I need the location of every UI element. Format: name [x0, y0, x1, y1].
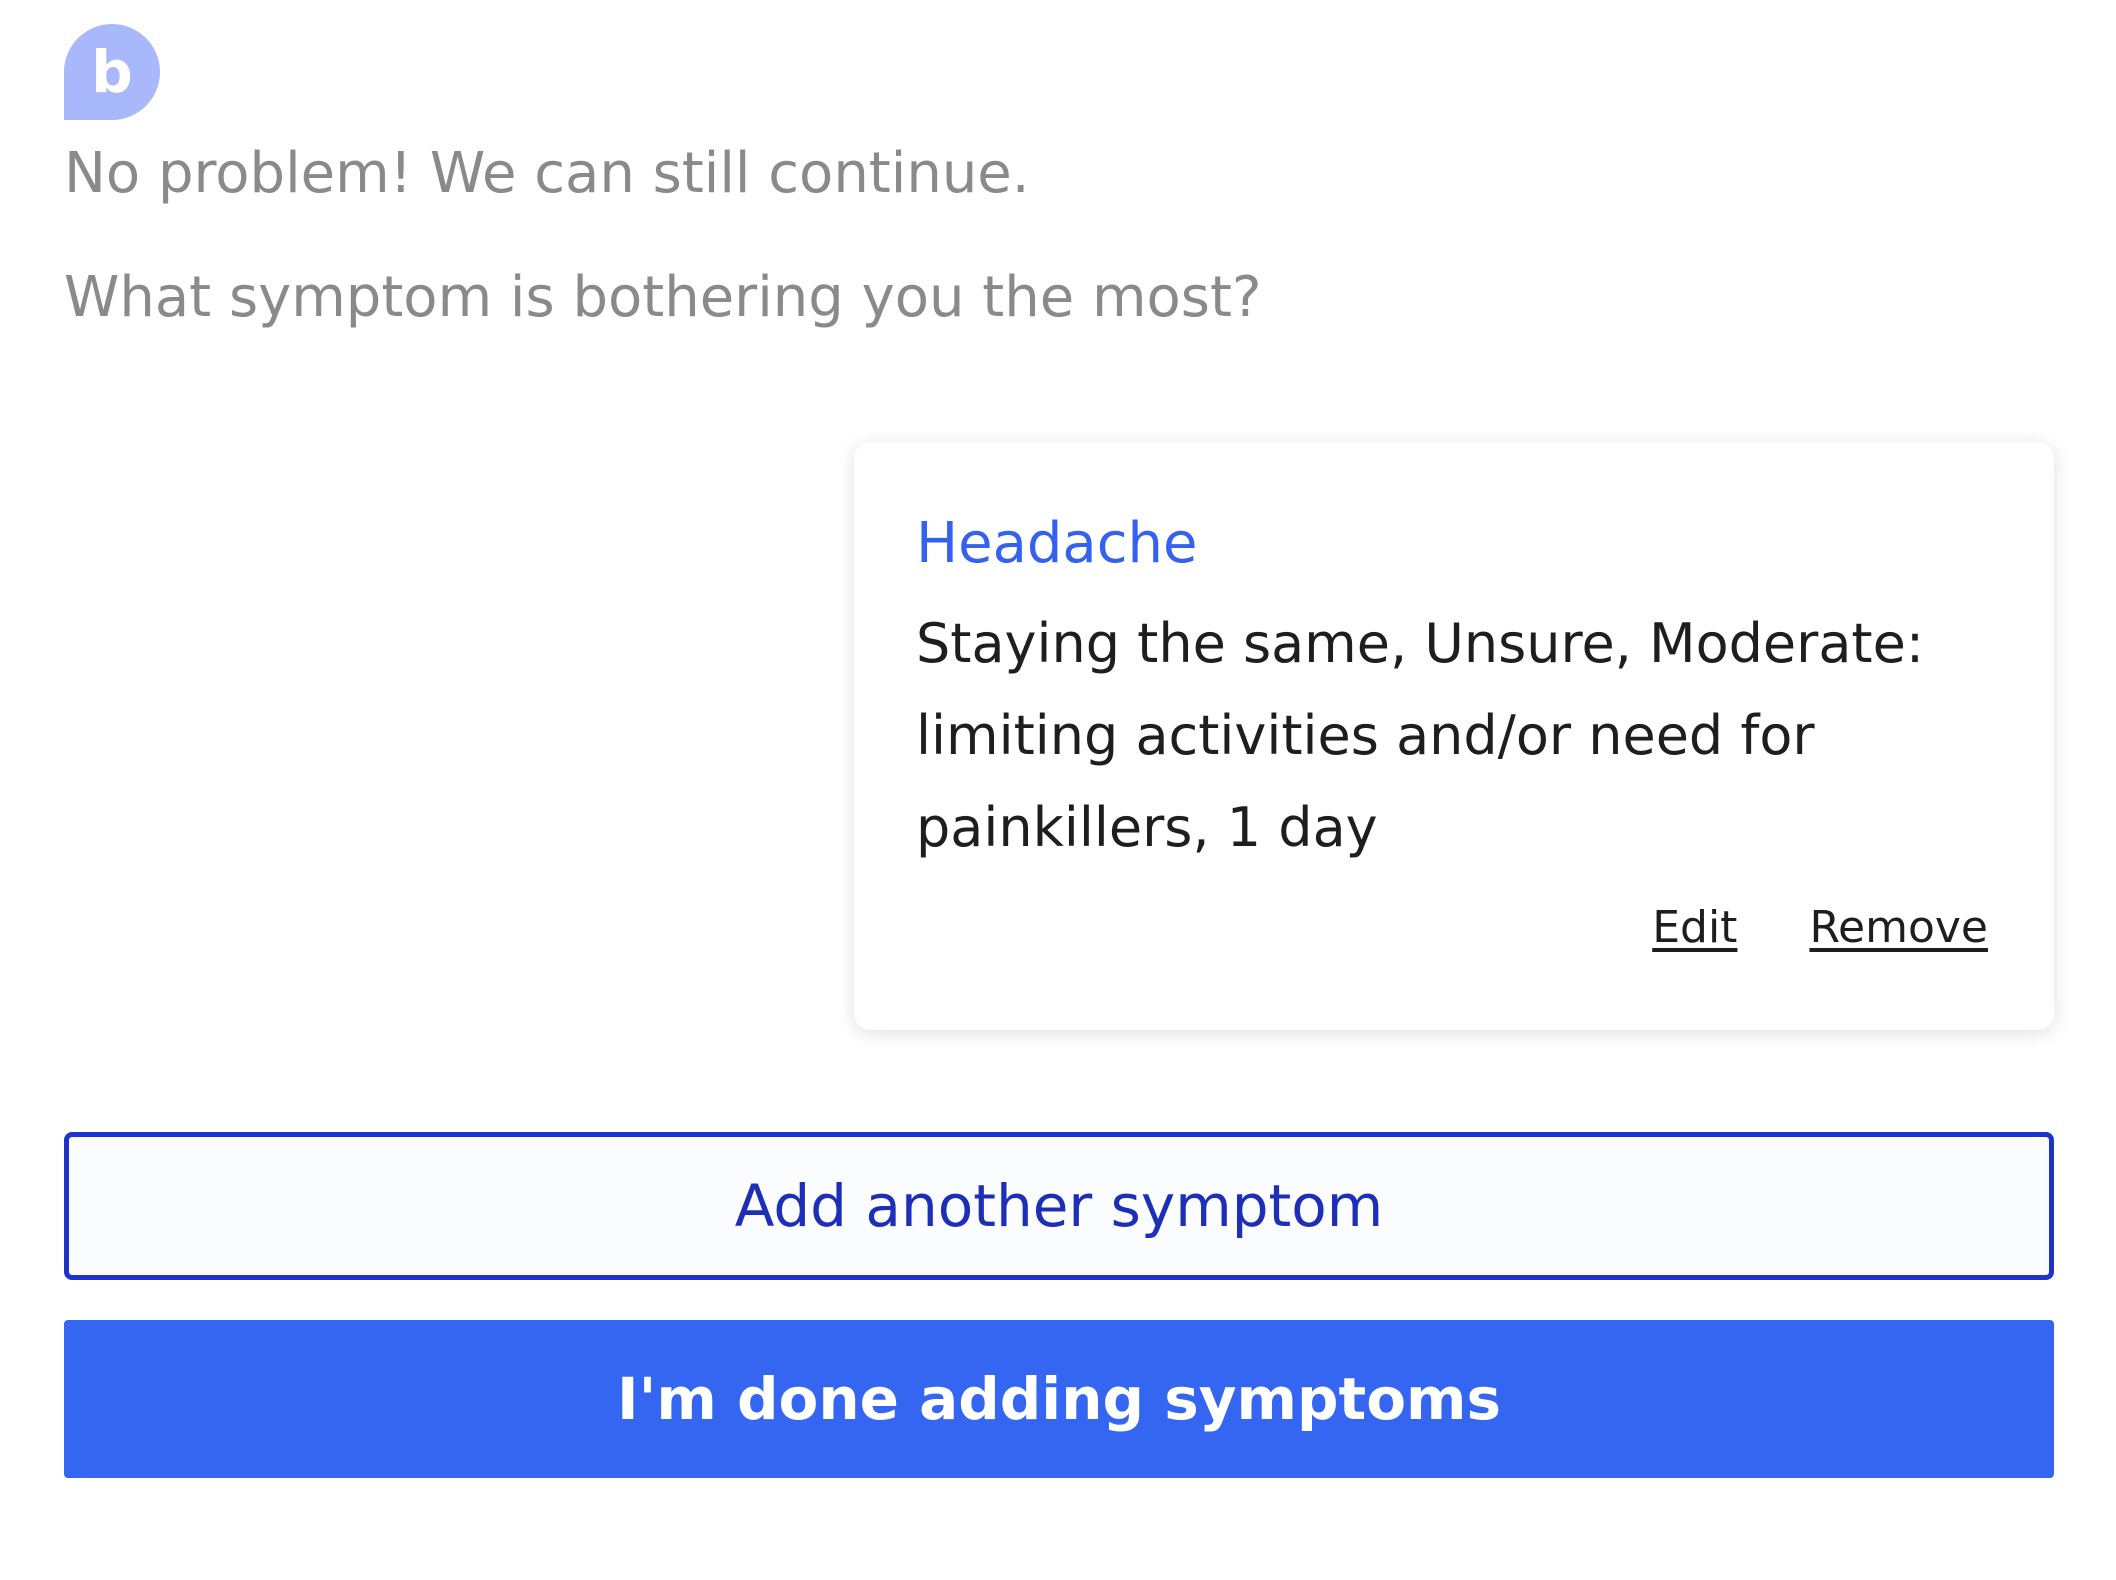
symptom-title: Headache: [916, 511, 1198, 576]
remove-symptom-link[interactable]: Remove: [1809, 906, 1988, 950]
bot-message: No problem! We can still continue.: [64, 141, 1030, 206]
done-adding-symptoms-button[interactable]: I'm done adding symptoms: [64, 1320, 2054, 1478]
symptom-details: Staying the same, Unsure, Moderate: limi…: [916, 612, 1925, 859]
symptom-checker-page: b No problem! We can still continue. Wha…: [0, 0, 2116, 1580]
bot-avatar: b: [64, 24, 160, 120]
done-adding-symptoms-label: I'm done adding symptoms: [616, 1365, 1502, 1433]
bot-question: What symptom is bothering you the most?: [64, 265, 1262, 330]
symptom-card-actions: Edit Remove: [1652, 906, 1988, 950]
add-another-symptom-label: Add another symptom: [734, 1172, 1384, 1240]
bot-avatar-letter: b: [91, 38, 133, 106]
add-another-symptom-button[interactable]: Add another symptom: [64, 1132, 2054, 1280]
symptom-card: Headache Staying the same, Unsure, Moder…: [854, 442, 2054, 1030]
edit-symptom-link[interactable]: Edit: [1652, 906, 1737, 950]
